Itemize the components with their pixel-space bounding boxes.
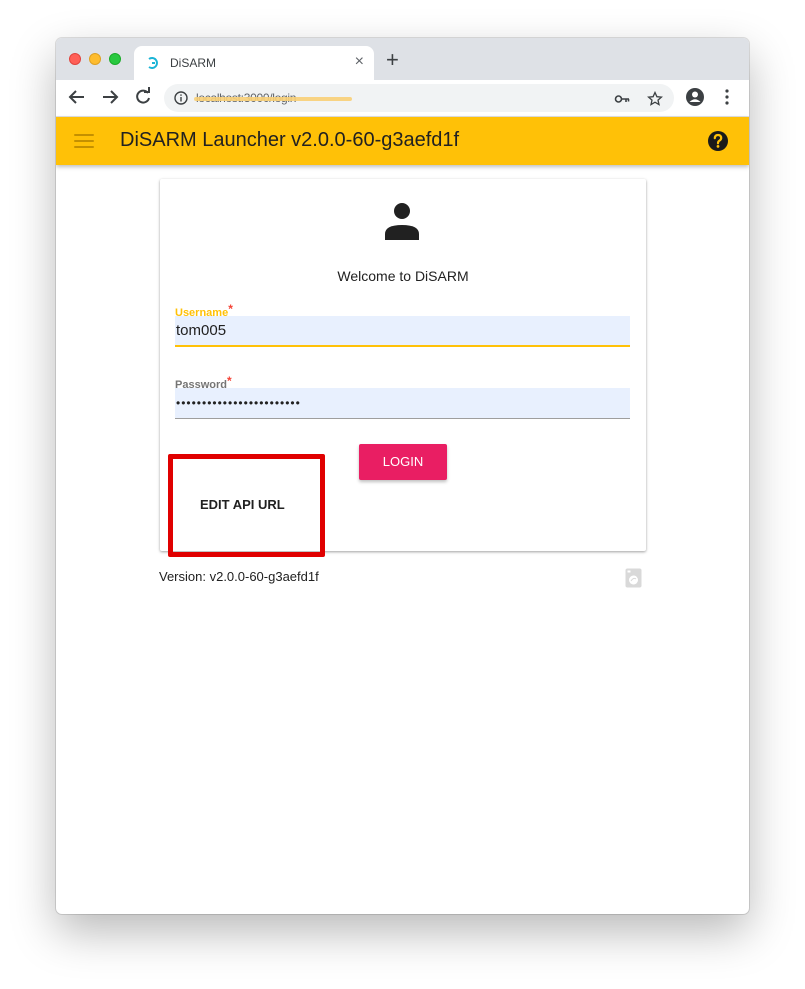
welcome-text: Welcome to DiSARM <box>337 268 469 284</box>
key-icon[interactable] <box>614 91 630 107</box>
url-redaction <box>194 97 352 101</box>
password-input[interactable]: •••••••••••••••••••••••• <box>175 388 630 419</box>
tab-close-icon[interactable]: × <box>355 53 364 71</box>
app-bar: DiSARM Launcher v2.0.0-60-g3aefd1f <box>56 117 749 165</box>
login-button[interactable]: LOGIN <box>359 444 447 480</box>
disarm-favicon-icon <box>148 57 158 69</box>
forward-arrow-icon[interactable] <box>99 86 121 108</box>
app-title: DiSARM Launcher v2.0.0-60-g3aefd1f <box>120 129 460 151</box>
version-text: Version: v2.0.0-60-g3aefd1f <box>159 569 319 584</box>
tab-strip: DiSARM × + <box>56 38 749 80</box>
info-icon[interactable] <box>174 91 188 105</box>
maximize-window-button[interactable] <box>109 53 121 65</box>
washing-machine-icon[interactable] <box>625 568 642 588</box>
profile-icon[interactable] <box>684 86 706 108</box>
minimize-window-button[interactable] <box>89 53 101 65</box>
browser-tab[interactable]: DiSARM × <box>134 46 374 80</box>
help-icon[interactable] <box>707 130 729 152</box>
browser-toolbar: localhost:3000/login <box>56 80 749 117</box>
password-label: Password* <box>175 374 232 391</box>
highlight-annotation <box>168 454 325 557</box>
more-menu-icon[interactable] <box>716 86 738 108</box>
star-icon[interactable] <box>647 91 663 107</box>
username-label: Username* <box>175 302 233 319</box>
browser-window: DiSARM × + localhost:3000/login <box>56 38 749 914</box>
username-field: Username* tom005 <box>175 302 630 347</box>
hamburger-menu-icon[interactable] <box>74 134 94 148</box>
tab-title: DiSARM <box>170 56 217 70</box>
close-window-button[interactable] <box>69 53 81 65</box>
password-field: Password* •••••••••••••••••••••••• <box>175 374 630 419</box>
username-input[interactable]: tom005 <box>175 316 630 347</box>
back-arrow-icon[interactable] <box>66 86 88 108</box>
person-icon <box>385 203 419 240</box>
address-bar[interactable]: localhost:3000/login <box>164 84 674 112</box>
new-tab-button[interactable]: + <box>386 49 399 71</box>
reload-icon[interactable] <box>132 86 154 108</box>
